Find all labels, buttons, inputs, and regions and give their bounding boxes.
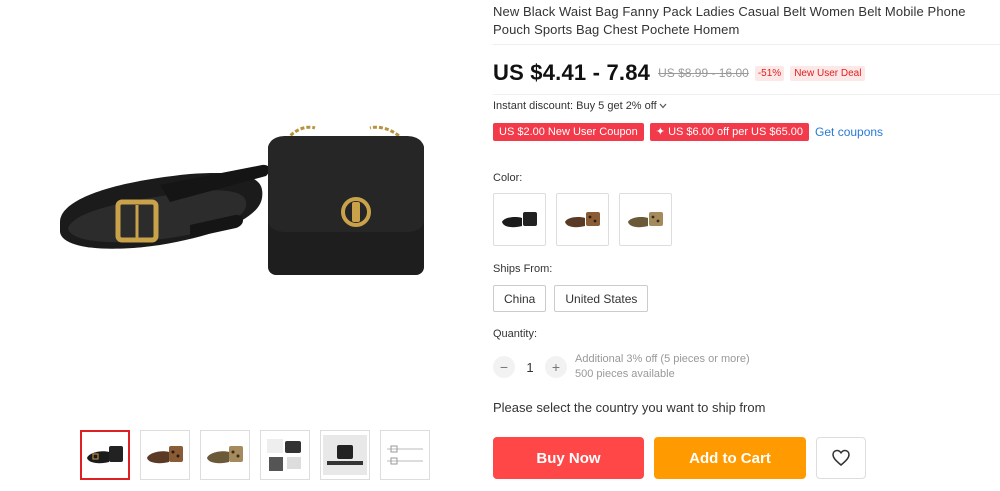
thumbnail-black-set[interactable] <box>80 430 130 480</box>
ships-from-options: China United States <box>493 285 649 312</box>
color-option-leopard-brown[interactable] <box>556 193 609 246</box>
ships-from-united-states[interactable]: United States <box>554 285 649 312</box>
thumbnail-sketch[interactable] <box>380 430 430 480</box>
instant-discount[interactable]: Instant discount: Buy 5 get 2% off <box>493 100 667 112</box>
buy-now-button[interactable]: Buy Now <box>493 437 644 479</box>
ships-from-label: Ships From: <box>493 263 553 275</box>
instant-discount-text: Instant discount: Buy 5 get 2% off <box>493 100 657 112</box>
quantity-decrease-button[interactable]: − <box>493 356 515 378</box>
chevron-down-icon <box>659 103 667 109</box>
product-title: New Black Waist Bag Fanny Pack Ladies Ca… <box>493 4 966 37</box>
title-divider <box>493 44 1000 45</box>
ship-country-prompt: Please select the country you want to sh… <box>493 400 766 415</box>
stock-available-note: 500 pieces available <box>575 368 675 380</box>
color-option-leopard-tan[interactable] <box>619 193 672 246</box>
store-coupon[interactable]: ✦ US $6.00 off per US $65.00 <box>649 123 810 141</box>
price-divider <box>493 94 1000 95</box>
thumbnail-brown-leopard[interactable] <box>140 430 190 480</box>
quantity-note: Additional 3% off (5 pieces or more) 500… <box>575 352 750 382</box>
belt-and-bag-illustration <box>60 125 424 275</box>
heart-icon <box>832 449 850 466</box>
thumbnail-tan-leopard[interactable] <box>200 430 250 480</box>
add-to-cart-button[interactable]: Add to Cart <box>654 437 806 479</box>
color-label: Color: <box>493 172 523 184</box>
discount-badge: -51% <box>754 65 785 81</box>
thumbnail-strip <box>80 430 430 480</box>
thumbnail-model-photo[interactable] <box>320 430 370 480</box>
color-options <box>493 193 672 246</box>
new-user-deal-tag: New User Deal <box>790 65 866 81</box>
coupon-row: US $2.00 New User Coupon ✦ US $6.00 off … <box>493 123 883 141</box>
product-info-panel: New Black Waist Bag Fanny Pack Ladies Ca… <box>493 0 1000 491</box>
main-product-image <box>40 110 460 310</box>
get-coupons-link[interactable]: Get coupons <box>815 125 883 139</box>
bulk-discount-note: Additional 3% off (5 pieces or more) <box>575 353 750 365</box>
new-user-coupon[interactable]: US $2.00 New User Coupon <box>493 123 644 141</box>
color-option-black[interactable] <box>493 193 546 246</box>
ships-from-china[interactable]: China <box>493 285 547 312</box>
quantity-stepper: − 1 + Additional 3% off (5 pieces or mor… <box>493 352 750 382</box>
original-price: US $8.99 - 16.00 <box>658 66 749 80</box>
wishlist-button[interactable] <box>816 437 866 479</box>
current-price: US $4.41 - 7.84 <box>493 60 651 85</box>
quantity-increase-button[interactable]: + <box>545 356 567 378</box>
quantity-value[interactable]: 1 <box>515 360 545 375</box>
action-buttons: Buy Now Add to Cart <box>493 437 866 479</box>
thumbnail-lifestyle-flatlay[interactable] <box>260 430 310 480</box>
quantity-label: Quantity: <box>493 328 538 340</box>
price-row: US $4.41 - 7.84 US $8.99 - 16.00 -51% Ne… <box>493 60 866 86</box>
